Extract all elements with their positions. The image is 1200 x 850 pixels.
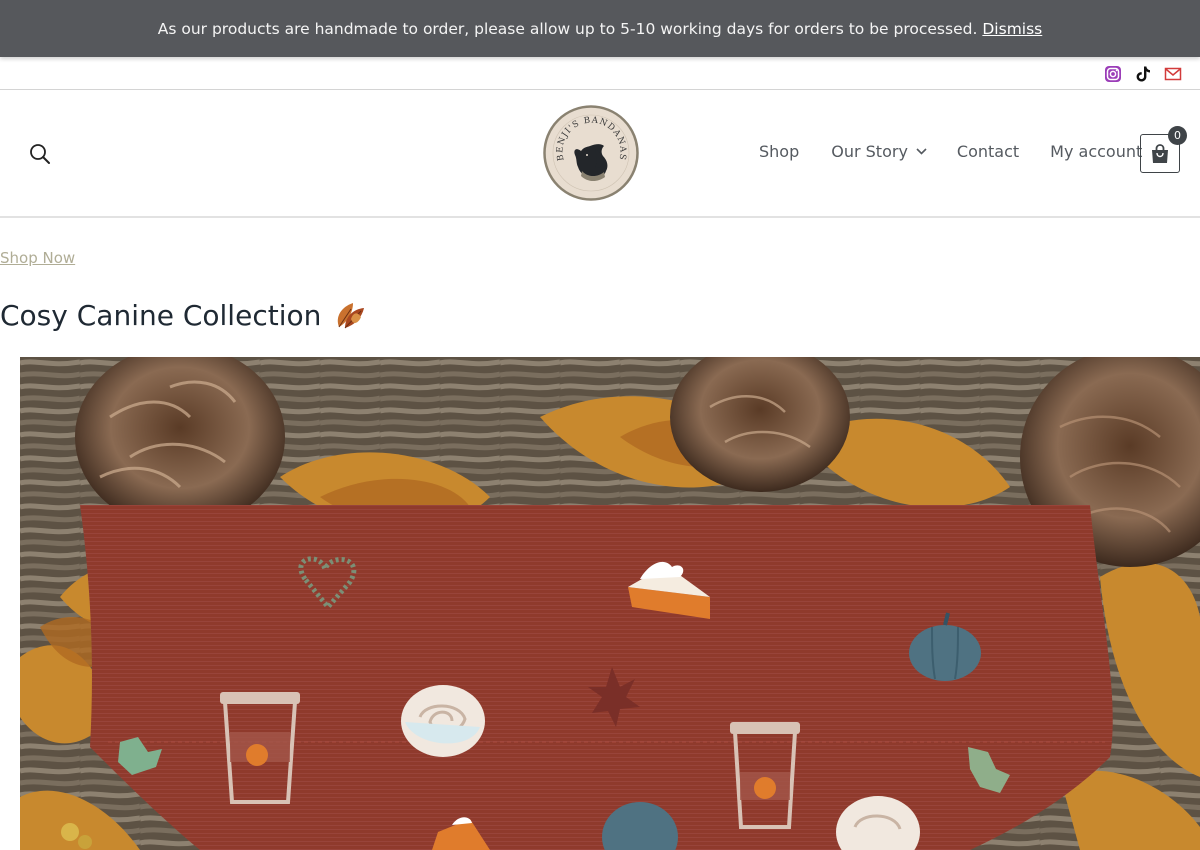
hero-image xyxy=(20,357,1200,850)
nav-contact[interactable]: Contact xyxy=(957,142,1019,161)
instagram-icon[interactable] xyxy=(1104,65,1122,83)
chevron-down-icon xyxy=(916,148,927,155)
cart-button[interactable]: 0 xyxy=(1140,126,1187,173)
fallen-leaf-icon xyxy=(338,303,365,329)
page-title: Cosy Canine Collection xyxy=(0,297,367,333)
site-logo[interactable]: BENJI'S BANDANAS xyxy=(543,105,639,201)
shopping-bag-icon xyxy=(1152,143,1168,163)
nav-shop[interactable]: Shop xyxy=(759,142,799,161)
shop-now-link[interactable]: Shop Now xyxy=(0,249,75,267)
dismiss-link[interactable]: Dismiss xyxy=(982,20,1042,38)
nav-my-account[interactable]: My account xyxy=(1050,142,1142,161)
nav-our-story[interactable]: Our Story xyxy=(831,142,927,161)
main-nav: Shop Our Story Contact My account xyxy=(759,142,1142,161)
email-icon[interactable] xyxy=(1164,65,1182,83)
nav-our-story-label: Our Story xyxy=(831,142,908,161)
site-header: BENJI'S BANDANAS Shop Our Story Contact … xyxy=(0,90,1200,218)
page-title-text: Cosy Canine Collection xyxy=(0,298,322,332)
social-bar xyxy=(0,57,1200,90)
store-notice-bar: As our products are handmade to order, p… xyxy=(0,0,1200,57)
tiktok-icon[interactable] xyxy=(1134,65,1152,83)
store-notice-text: As our products are handmade to order, p… xyxy=(157,19,978,38)
cart-count-badge: 0 xyxy=(1168,126,1187,145)
search-icon[interactable] xyxy=(28,142,52,166)
social-icons xyxy=(1104,65,1182,83)
